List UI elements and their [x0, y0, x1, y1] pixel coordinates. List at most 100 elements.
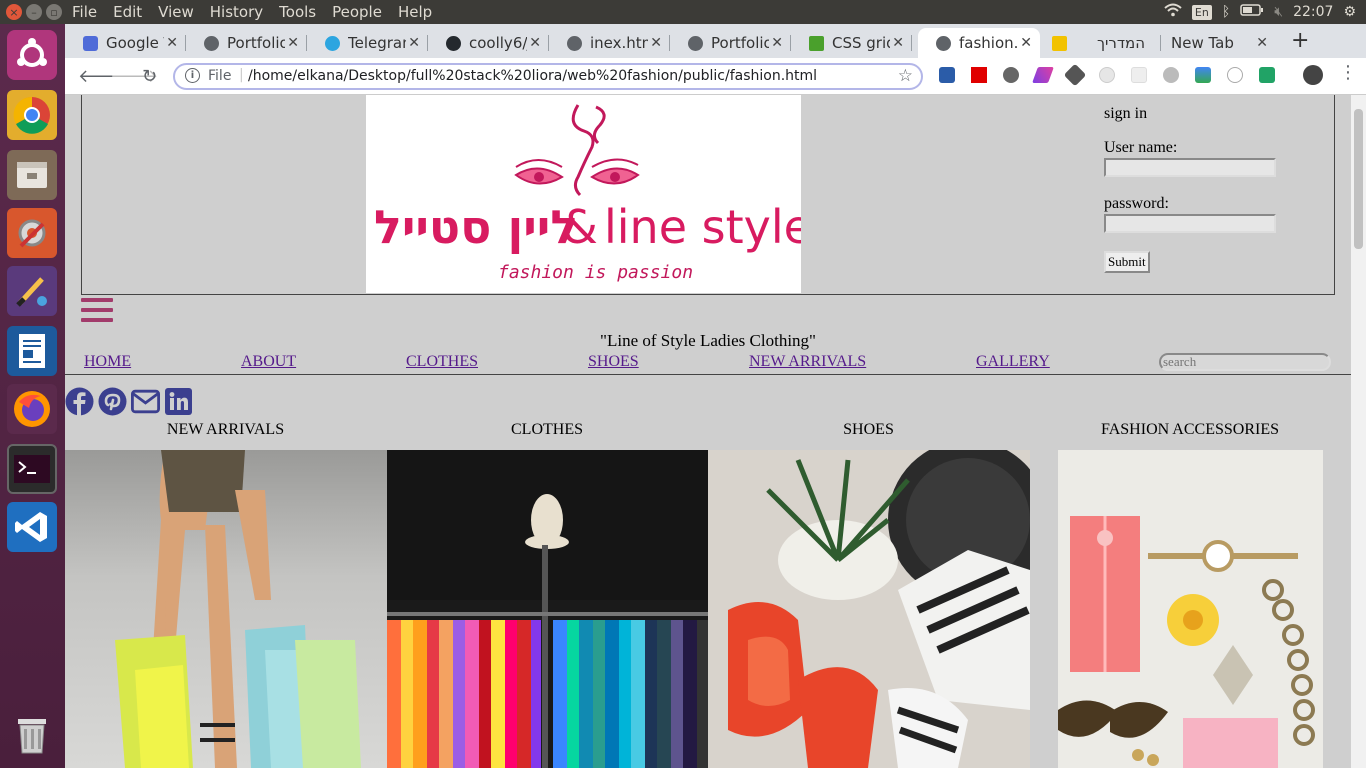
minimize-icon[interactable]: –	[26, 4, 42, 20]
tab-hebrew-guide[interactable]: המדריך	[1040, 28, 1161, 58]
extension-d-icon[interactable]	[1227, 67, 1243, 83]
clock[interactable]: 22:07	[1293, 4, 1333, 20]
new-tab-plus-icon[interactable]: +	[1291, 28, 1309, 53]
info-icon[interactable]: i	[185, 68, 200, 83]
close-tab-icon[interactable]: ✕	[529, 35, 541, 51]
close-tab-icon[interactable]: ✕	[1256, 35, 1268, 51]
extension-tree-icon[interactable]	[1195, 67, 1211, 83]
fashion-accessories-image[interactable]	[1058, 450, 1323, 768]
nav-gallery-link[interactable]: GALLERY	[976, 353, 1050, 371]
pinterest-icon[interactable]	[98, 387, 127, 416]
category-fashion-accessories-label: FASHION ACCESSORIES	[1101, 421, 1279, 438]
tab-github[interactable]: coolly6/J ✕	[428, 28, 549, 58]
globe-icon	[688, 35, 703, 51]
tab-inex[interactable]: inex.htm ✕	[549, 28, 670, 58]
shoes-image[interactable]	[708, 450, 1030, 768]
extension-layers-icon[interactable]	[1063, 63, 1087, 87]
tab-portfolio-2[interactable]: Portfolio ✕	[670, 28, 791, 58]
tab-google-translate[interactable]: Google T ✕	[65, 28, 186, 58]
tab-fashion-active[interactable]: fashion. ✕	[918, 28, 1040, 58]
extension-gear-icon[interactable]	[1003, 67, 1019, 83]
menu-view[interactable]: View	[158, 3, 194, 21]
vscode-icon[interactable]	[7, 502, 57, 552]
tagline: "Line of Style Ladies Clothing"	[600, 331, 816, 350]
tab-css-grid[interactable]: CSS grid ✕	[791, 28, 912, 58]
nav-new-arrivals-link[interactable]: NEW ARRIVALS	[749, 353, 866, 371]
trash-icon[interactable]	[7, 709, 57, 759]
menu-people[interactable]: People	[332, 3, 382, 21]
close-tab-icon[interactable]: ✕	[892, 35, 904, 51]
password-input[interactable]	[1104, 214, 1276, 233]
address-bar[interactable]: i File | /home/elkana/Desktop/full%20sta…	[173, 63, 923, 90]
tab-new-tab[interactable]: New Tab ✕	[1155, 28, 1276, 58]
email-icon[interactable]	[131, 387, 160, 416]
menu-file[interactable]: File	[72, 3, 97, 21]
terminal-icon[interactable]	[7, 444, 57, 494]
tab-title: CSS grid	[832, 34, 890, 52]
new-arrivals-image[interactable]	[65, 450, 387, 768]
hamburger-menu-icon[interactable]	[81, 298, 113, 324]
facebook-icon[interactable]	[65, 387, 94, 416]
extension-pen-icon[interactable]	[1032, 67, 1054, 83]
keyboard-layout-indicator[interactable]: En	[1191, 4, 1212, 20]
maximize-icon[interactable]: ▫	[46, 4, 62, 20]
volume-muted-icon[interactable]: 🔇︎	[1274, 4, 1283, 20]
battery-icon[interactable]	[1240, 4, 1264, 20]
files-icon[interactable]	[7, 150, 57, 200]
close-tab-icon[interactable]: ✕	[1020, 35, 1032, 51]
nav-about-link[interactable]: ABOUT	[241, 353, 296, 371]
tab-title: המדריך	[1096, 34, 1145, 52]
extension-translate-icon[interactable]	[939, 67, 955, 83]
reload-icon[interactable]: ↻	[142, 66, 157, 87]
clothes-image[interactable]	[387, 450, 708, 768]
category-new-arrivals-label: NEW ARRIVALS	[166, 421, 285, 438]
menu-history[interactable]: History	[210, 3, 263, 21]
firefox-icon[interactable]	[7, 384, 57, 434]
extension-excel-icon[interactable]	[1259, 67, 1275, 83]
logo-hebrew-text: ליין סטייל	[374, 200, 578, 254]
ubuntu-dash-icon[interactable]	[7, 30, 57, 80]
tab-title: Portfolio	[227, 34, 285, 52]
extension-grid-icon[interactable]	[1131, 67, 1147, 83]
extension-moon-icon[interactable]	[1163, 67, 1179, 83]
close-tab-icon[interactable]: ✕	[650, 35, 662, 51]
google-translate-favicon-icon	[83, 35, 98, 51]
close-tab-icon[interactable]: ✕	[166, 35, 178, 51]
close-tab-icon[interactable]: ✕	[408, 35, 420, 51]
submit-button[interactable]: Submit	[1104, 251, 1150, 273]
bluetooth-icon[interactable]: ᛒ	[1222, 4, 1230, 20]
close-tab-icon[interactable]: ✕	[771, 35, 783, 51]
settings-icon[interactable]	[7, 208, 57, 258]
linkedin-icon[interactable]	[164, 387, 193, 416]
profile-avatar[interactable]	[1303, 65, 1323, 85]
extension-red-square-icon[interactable]	[971, 67, 987, 83]
writer-icon[interactable]	[7, 326, 57, 376]
search-input[interactable]	[1159, 353, 1331, 371]
menu-help[interactable]: Help	[398, 3, 432, 21]
username-input[interactable]	[1104, 158, 1276, 177]
wifi-icon[interactable]	[1164, 3, 1182, 21]
category-shoes-label: SHOES	[843, 421, 894, 438]
page-scrollbar[interactable]	[1351, 95, 1366, 768]
nav-clothes-link[interactable]: CLOTHES	[406, 353, 478, 371]
scrollbar-thumb[interactable]	[1354, 109, 1363, 249]
ubuntu-top-panel: × – ▫ File Edit View History Tools Peopl…	[0, 0, 1366, 24]
chrome-menu-icon[interactable]: ⋮	[1339, 64, 1357, 82]
nav-shoes-link[interactable]: SHOES	[588, 353, 639, 371]
url-text[interactable]: /home/elkana/Desktop/full%20stack%20lior…	[248, 68, 817, 84]
close-tab-icon[interactable]: ✕	[287, 35, 299, 51]
tab-portfolio[interactable]: Portfolio ✕	[186, 28, 307, 58]
chrome-icon[interactable]	[7, 90, 57, 140]
power-gear-icon[interactable]: ⚙	[1343, 4, 1356, 20]
telegram-icon	[325, 35, 340, 51]
nav-home-link[interactable]: HOME	[84, 353, 131, 371]
social-links	[65, 387, 193, 416]
menu-edit[interactable]: Edit	[113, 3, 142, 21]
extension-circle-icon[interactable]	[1099, 67, 1115, 83]
bookmark-star-icon[interactable]: ☆	[898, 66, 913, 86]
menu-tools[interactable]: Tools	[279, 3, 316, 21]
tab-telegram[interactable]: Telegram ✕	[307, 28, 428, 58]
close-icon[interactable]: ×	[6, 4, 22, 20]
paint-app-icon[interactable]	[7, 266, 57, 316]
window-controls: × – ▫	[6, 4, 62, 20]
